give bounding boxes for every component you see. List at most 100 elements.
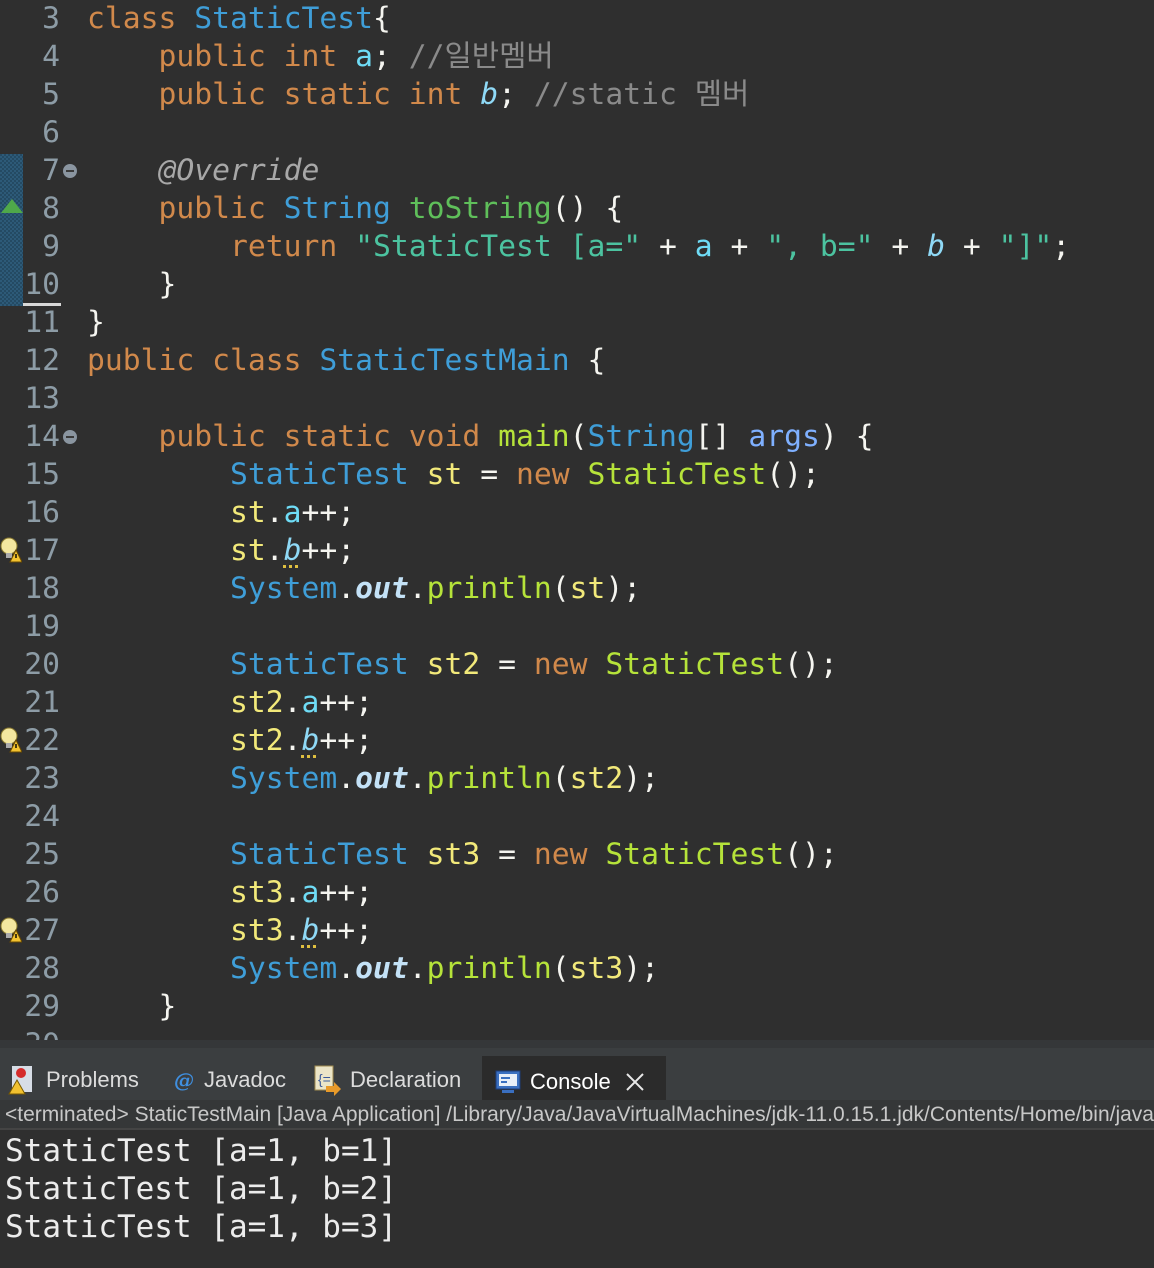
code-token: a xyxy=(283,495,302,530)
close-icon[interactable] xyxy=(625,1072,645,1092)
code-token: { xyxy=(569,343,606,378)
code-line[interactable]: 14 public static void main(String[] args… xyxy=(0,418,1154,456)
code-line[interactable]: 15 StaticTest st = new StaticTest(); xyxy=(0,456,1154,494)
code-token: ); xyxy=(623,761,659,796)
code-token: b xyxy=(927,229,945,264)
code-token: ( xyxy=(551,951,570,986)
code-token: StaticTestMain xyxy=(319,343,570,378)
code-token: System xyxy=(230,571,338,606)
code-token: (); xyxy=(784,647,838,682)
code-token: ( xyxy=(551,571,570,606)
tab-label: Problems xyxy=(46,1067,139,1092)
code-editor[interactable]: 3 class StaticTest{4 public int a; //일반멤버… xyxy=(0,0,1154,1040)
warning-bulb-icon[interactable] xyxy=(0,727,22,753)
code-token: int xyxy=(283,39,338,74)
code-text: StaticTest st3 = new StaticTest(); xyxy=(87,836,838,874)
code-line[interactable]: 28 System.out.println(st3); xyxy=(0,950,1154,988)
fold-collapse-icon[interactable] xyxy=(63,430,77,444)
code-line[interactable]: 30 xyxy=(0,1026,1154,1040)
code-line[interactable]: 19 xyxy=(0,608,1154,646)
line-number: 9 xyxy=(42,229,60,264)
code-token: a xyxy=(694,229,713,264)
code-token: } xyxy=(87,305,105,340)
code-line[interactable]: 20 StaticTest st2 = new StaticTest(); xyxy=(0,646,1154,684)
code-line[interactable]: 5 public static int b; //static 멤버 xyxy=(0,76,1154,114)
code-token: void xyxy=(408,419,481,454)
code-line[interactable]: 8 public String toString() { xyxy=(0,190,1154,228)
line-number: 24 xyxy=(24,799,60,834)
code-token: . xyxy=(265,495,284,530)
code-line[interactable]: 25 StaticTest st3 = new StaticTest(); xyxy=(0,836,1154,874)
code-token: class xyxy=(87,1,177,36)
tab-javadoc[interactable]: @ Javadoc xyxy=(172,1060,286,1100)
code-line[interactable]: 9 return "StaticTest [a=" + a + ", b=" +… xyxy=(0,228,1154,266)
code-line[interactable]: 11} xyxy=(0,304,1154,342)
code-line[interactable]: 12 public class StaticTestMain { xyxy=(0,342,1154,380)
code-token: ++; xyxy=(319,723,373,758)
code-token: StaticTest xyxy=(194,1,373,36)
console-output[interactable]: StaticTest [a=1, b=1] StaticTest [a=1, b… xyxy=(0,1132,1154,1268)
problems-icon xyxy=(8,1066,32,1095)
code-token: System xyxy=(230,761,338,796)
warning-bulb-icon[interactable] xyxy=(0,537,22,563)
code-line[interactable]: 18 System.out.println(st); xyxy=(0,570,1154,608)
code-token: args xyxy=(748,419,820,454)
code-token: class xyxy=(212,343,302,378)
code-token: int xyxy=(408,77,463,112)
code-line[interactable]: 10 } xyxy=(0,266,1154,304)
code-token: st2 xyxy=(230,723,284,758)
declaration-icon: {= xyxy=(314,1065,341,1096)
code-line[interactable]: 6 xyxy=(0,114,1154,152)
code-text: st.b++; xyxy=(87,532,355,570)
code-text: st3.a++; xyxy=(87,874,373,912)
code-token: ++; xyxy=(319,685,373,720)
code-token: . xyxy=(283,685,302,720)
code-line[interactable]: 23 System.out.println(st2); xyxy=(0,760,1154,798)
code-line[interactable]: 4 public int a; //일반멤버 xyxy=(0,38,1154,76)
line-number: 26 xyxy=(24,875,60,910)
override-marker-icon xyxy=(1,199,23,213)
bottom-panel-tabs: Problems @ Javadoc {= Declaration Consol… xyxy=(0,1040,1154,1108)
code-line[interactable]: 26 st3.a++; xyxy=(0,874,1154,912)
code-line[interactable]: 21 st2.a++; xyxy=(0,684,1154,722)
code-line[interactable]: 7 @Override xyxy=(0,152,1154,190)
code-token: ( xyxy=(569,419,588,454)
code-line[interactable]: 22 st2.b++; xyxy=(0,722,1154,760)
code-line[interactable]: 3 class StaticTest{ xyxy=(0,0,1154,38)
code-text: st3.b++; xyxy=(87,912,373,950)
tab-problems[interactable]: Problems xyxy=(6,1060,139,1100)
code-line[interactable]: 17 st.b++; xyxy=(0,532,1154,570)
code-line[interactable]: 29 } xyxy=(0,988,1154,1026)
code-token: ", b=" xyxy=(766,229,874,264)
code-line[interactable]: 16 st.a++; xyxy=(0,494,1154,532)
code-line[interactable]: 27 st3.b++; xyxy=(0,912,1154,950)
line-number: 29 xyxy=(24,989,60,1024)
code-token: static xyxy=(283,419,391,454)
code-token: a xyxy=(355,39,373,74)
fold-collapse-icon[interactable] xyxy=(63,164,77,178)
code-text: public int a; //일반멤버 xyxy=(87,38,554,76)
console-line: StaticTest [a=1, b=1] xyxy=(5,1133,397,1169)
javadoc-icon: @ xyxy=(174,1068,194,1092)
code-token: . xyxy=(408,951,427,986)
code-token: StaticTest xyxy=(230,457,409,492)
code-token: a xyxy=(301,875,320,910)
code-text: System.out.println(st); xyxy=(87,570,641,608)
code-token: ++; xyxy=(301,495,356,530)
warning-bulb-icon[interactable] xyxy=(0,917,22,943)
tab-declaration[interactable]: {= Declaration xyxy=(312,1060,461,1100)
code-line[interactable]: 24 xyxy=(0,798,1154,836)
code-text: public class StaticTestMain { xyxy=(87,342,605,380)
code-line[interactable]: 13 xyxy=(0,380,1154,418)
line-number: 28 xyxy=(24,951,60,986)
